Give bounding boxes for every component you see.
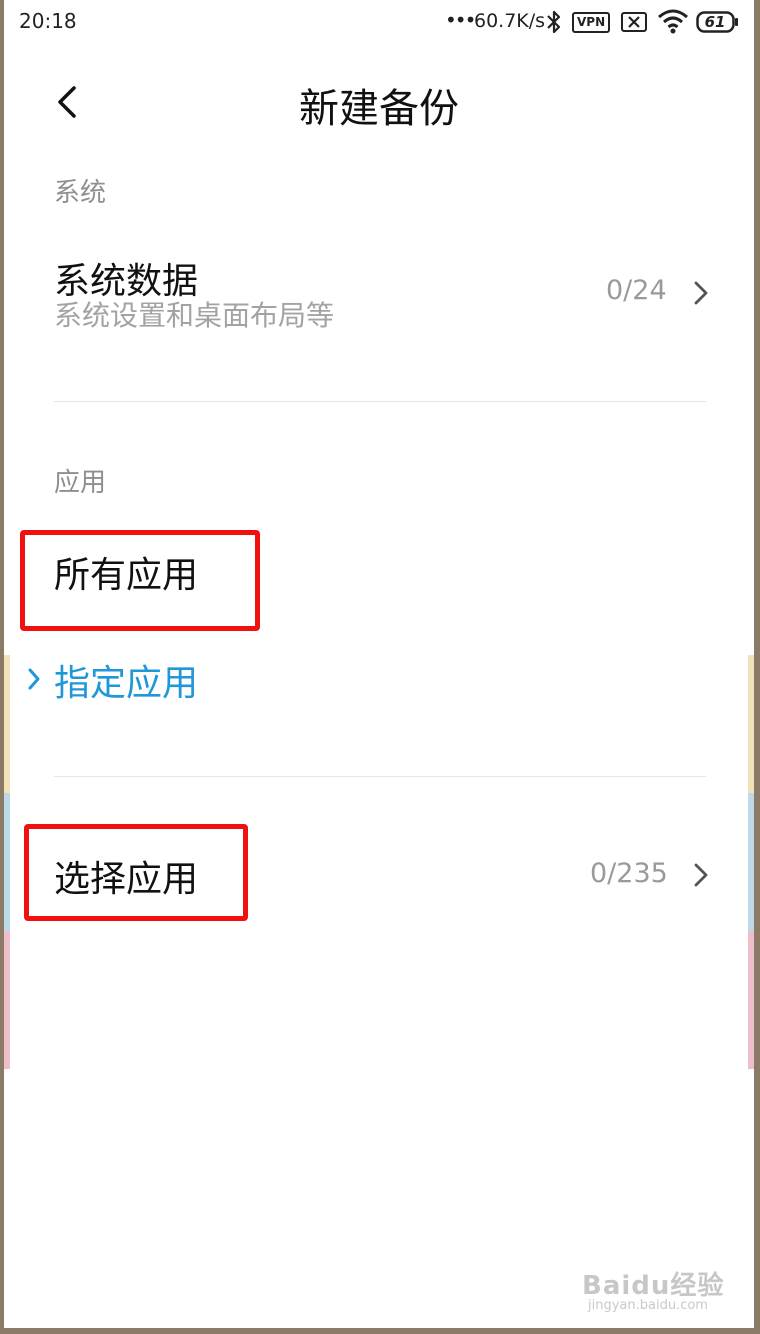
bluetooth-icon: [547, 10, 561, 34]
system-data-subtitle: 系统设置和桌面布局等: [54, 299, 335, 332]
screen: 20:18 ••• 60.7K/s VPN 61 新建备份 系统 系统数据 系统…: [4, 0, 754, 1328]
option-specified-apps[interactable]: 指定应用: [4, 640, 754, 720]
divider: [54, 401, 706, 402]
watermark-logo: Baidu经验: [582, 1271, 725, 1301]
top-bar: 新建备份: [4, 60, 754, 144]
edge-accent-blue: [748, 793, 754, 931]
edge-accent-pink: [748, 931, 754, 1069]
chevron-right-icon: [694, 281, 708, 305]
status-time: 20:18: [19, 9, 77, 33]
annotation-box-select-apps: [24, 824, 248, 921]
edge-accent-yellow: [4, 655, 10, 793]
select-apps-count: 0/235: [590, 858, 668, 889]
option-specified-apps-label: 指定应用: [54, 663, 199, 704]
network-speed: 60.7K/s: [474, 10, 546, 32]
no-sim-icon: [621, 12, 647, 32]
edge-accent-blue: [4, 793, 10, 931]
battery-icon: 61: [696, 11, 740, 33]
status-bar: 20:18 ••• 60.7K/s VPN 61: [4, 0, 754, 44]
section-label-system: 系统: [54, 178, 107, 208]
chevron-right-icon: [694, 863, 708, 887]
signal-dots-icon: •••: [445, 8, 476, 32]
selected-chevron-icon: [28, 668, 40, 690]
vpn-badge: VPN: [572, 12, 611, 33]
edge-accent-yellow: [748, 655, 754, 793]
divider: [54, 776, 706, 777]
wifi-icon: [658, 9, 688, 34]
battery-level: 61: [704, 13, 726, 31]
system-data-count: 0/24: [606, 275, 667, 306]
section-label-apps: 应用: [54, 468, 107, 498]
watermark-url: jingyan.baidu.com: [588, 1298, 708, 1313]
annotation-box-all-apps: [20, 530, 260, 631]
page-title: 新建备份: [299, 86, 459, 132]
system-data-row[interactable]: 系统数据 系统设置和桌面布局等 0/24: [4, 240, 754, 350]
edge-accent-pink: [4, 931, 10, 1069]
